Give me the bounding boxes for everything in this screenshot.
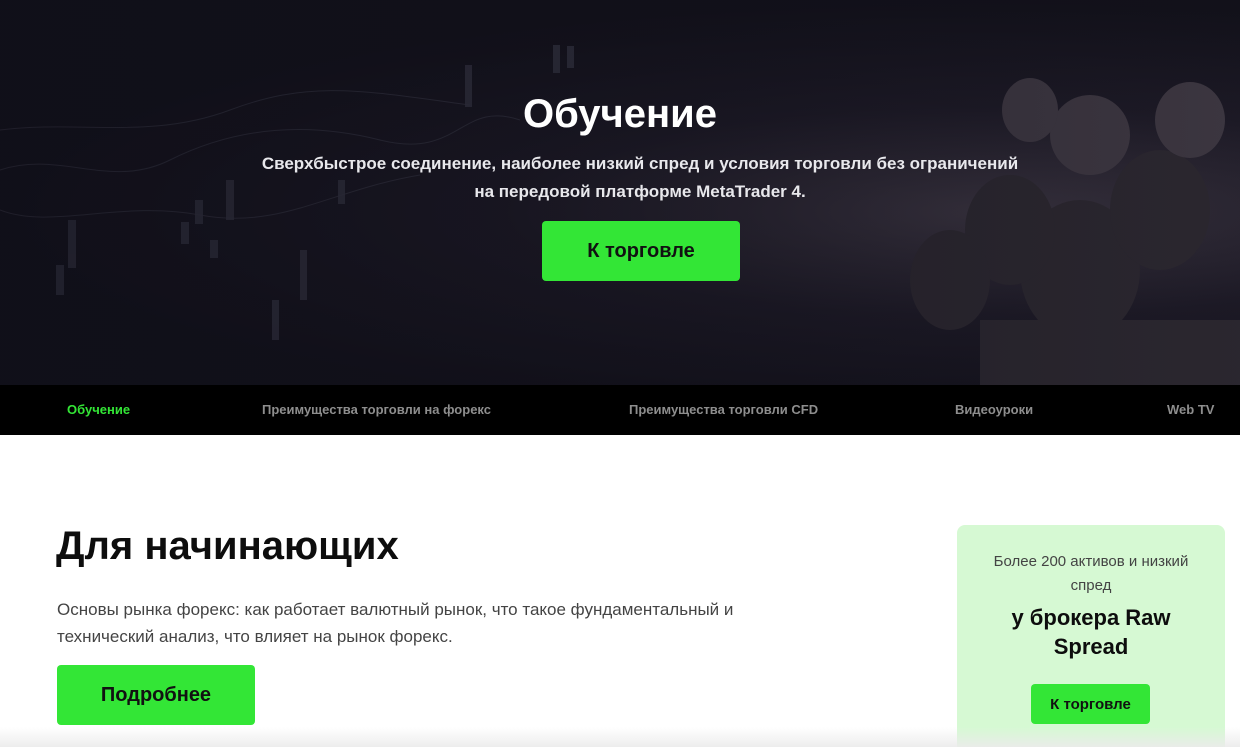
hero-subtitle-line-1: Сверхбыстрое соединение, наиболее низкий… [261,154,1019,173]
section-title: Для начинающих [56,524,399,568]
nav-item-video-lessons[interactable]: Видеоуроки [955,385,1033,435]
trade-button[interactable]: К торговле [542,221,740,281]
bottom-fade [0,727,1240,747]
section-description: Основы рынка форекс: как работает валютн… [57,596,817,650]
promo-card: Более 200 активов и низкий спред у броке… [957,525,1225,747]
nav-item-education[interactable]: Обучение [67,385,130,435]
nav-item-forex-advantages[interactable]: Преимущества торговли на форекс [262,385,491,435]
hero-subtitle: Сверхбыстрое соединение, наиболее низкий… [240,150,1040,206]
promo-title: у брокера Raw Spread [1011,605,1171,659]
nav-item-cfd-advantages[interactable]: Преимущества торговли CFD [629,385,818,435]
hero-subtitle-line-2: на передовой платформе MetaTrader 4. [474,182,806,201]
promo-trade-button[interactable]: К торговле [1031,684,1150,724]
more-button[interactable]: Подробнее [57,665,255,725]
section-nav: Обучение Преимущества торговли на форекс… [0,385,1240,435]
promo-subtitle: Более 200 активов и низкий спред [993,553,1189,594]
page-title: Обучение [522,92,717,136]
section-description-line-2: технический анализ, что влияет на рынок … [57,627,453,646]
nav-item-web-tv[interactable]: Web TV [1167,385,1214,435]
hero-banner: Обучение Сверхбыстрое соединение, наибол… [0,0,1240,385]
section-description-line-1: Основы рынка форекс: как работает валютн… [57,600,734,619]
